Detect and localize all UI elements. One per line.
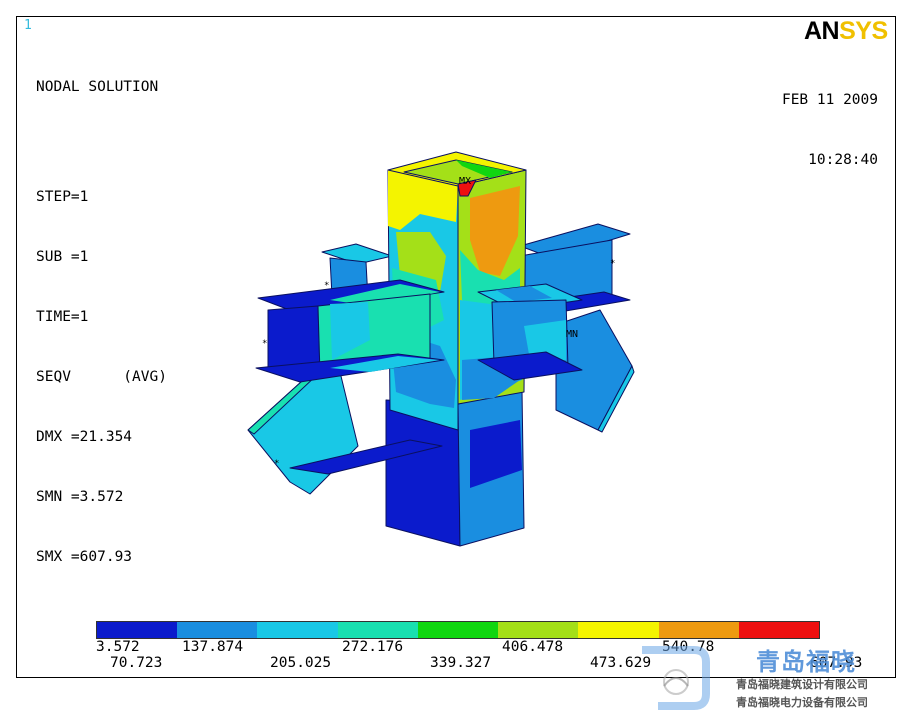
legend-tick-label: 70.723 — [110, 655, 163, 671]
left-brace — [247, 371, 359, 495]
legend-tick-label: 3.572 — [96, 639, 140, 655]
legend-tick-label: 137.874 — [182, 639, 244, 655]
legend-segment — [578, 622, 659, 638]
legend-tick-label: 205.025 — [270, 655, 332, 671]
legend-segment — [337, 622, 418, 638]
watermark-line-1: 青岛福晓建筑设计有限公司 — [736, 678, 868, 691]
node-marker: * — [274, 459, 279, 469]
max-marker: MX — [459, 176, 471, 187]
legend-segment — [738, 622, 819, 638]
watermark: 青岛福晓 青岛福晓建筑设计有限公司 青岛福晓电力设备有限公司 — [632, 638, 900, 716]
node-marker: * — [610, 259, 615, 269]
legend-segment — [498, 622, 579, 638]
watermark-line-2: 青岛福晓电力设备有限公司 — [736, 696, 868, 709]
legend-tick-label: 406.478 — [502, 639, 564, 655]
legend-segment — [417, 622, 499, 638]
fea-model[interactable]: MX MN * * * * — [0, 0, 900, 716]
contour-legend-bar — [96, 621, 820, 639]
min-marker: MN — [566, 329, 578, 340]
legend-segment — [658, 622, 739, 638]
node-marker: * — [324, 281, 329, 291]
watermark-company-name: 青岛福晓 — [756, 648, 856, 676]
legend-segment — [97, 622, 178, 638]
legend-segment — [177, 622, 258, 638]
watermark-logo-icon — [642, 646, 710, 710]
legend-segment — [257, 622, 338, 638]
node-marker: * — [262, 339, 267, 349]
legend-tick-label: 272.176 — [342, 639, 404, 655]
legend-tick-label: 339.327 — [430, 655, 492, 671]
